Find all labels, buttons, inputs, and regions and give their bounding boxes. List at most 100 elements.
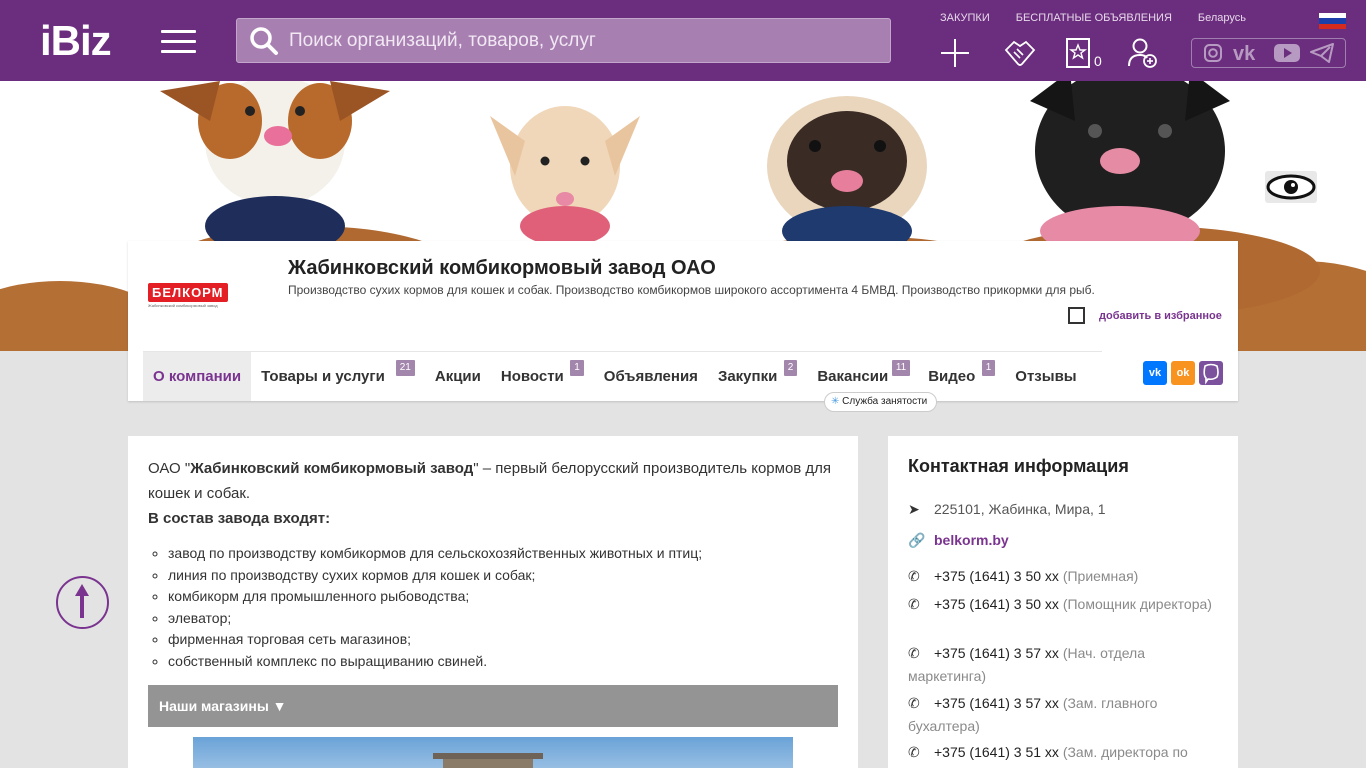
tab-ads-label: Объявления [603,368,698,385]
menu-icon[interactable] [161,30,196,54]
add-icon[interactable] [940,38,970,68]
add-to-favorites[interactable]: добавить в избранное [1068,307,1222,324]
scroll-to-top-button[interactable] [56,576,109,629]
list-item: собственный комплекс по выращиванию свин… [168,651,838,673]
phone-number[interactable]: +375 (1641) 3 57 xx [934,695,1059,711]
search-icon [250,26,278,55]
phone-note: (Приемная) [1062,568,1139,584]
share-vk-icon[interactable]: vk [1143,361,1167,385]
tab-vacancies-label: Вакансии [817,368,889,385]
phone-icon: ✆ [908,744,920,760]
shop-photo [193,737,793,768]
list-item: завод по производству комбикормов для се… [168,543,838,565]
company-tabs: О компании Товары и услуги 21 Акции Новос… [143,351,1102,401]
region-link[interactable]: Беларусь [1198,12,1246,24]
tab-news[interactable]: Новости 1 [491,352,594,401]
contact-address: ➤ 225101, Жабинка, Мира, 1 [908,498,1218,521]
company-description: Производство сухих кормов для кошек и со… [288,283,1095,297]
tab-products-badge: 21 [395,360,415,376]
tab-about-label: О компании [153,368,242,385]
contact-info: Контактная информация ➤ 225101, Жабинка, … [888,436,1238,768]
address-text: 225101, Жабинка, Мира, 1 [934,501,1106,517]
vk-icon[interactable]: vk [1233,43,1265,63]
tab-about[interactable]: О компании [143,352,252,401]
tab-promotions[interactable]: Акции [425,352,491,401]
youtube-icon[interactable] [1274,43,1301,63]
list-item: элеватор; [168,608,838,630]
top-links: ЗАКУПКИ БЕСПЛАТНЫЕ ОБЪЯВЛЕНИЯ Беларусь [940,12,1272,24]
location-arrow-icon: ➤ [908,501,920,517]
phone-note: (Помощник директора) [1062,596,1212,612]
tab-purchases-label: Закупки [717,368,778,385]
phone-number[interactable]: +375 (1641) 3 50 xx [934,568,1059,584]
favorites-star-icon[interactable] [1066,38,1090,68]
intro-company-name: Жабинковский комбикормовый завод [190,460,474,477]
tab-ads[interactable]: Объявления [594,352,708,401]
phone-note: (Зам. директора по [1062,744,1188,760]
list-item: комбикорм для промышленного рыбоводства; [168,586,838,608]
purchases-link[interactable]: ЗАКУПКИ [940,12,990,24]
employment-icon: ✳ [831,396,840,407]
favorites-count: 0 [1094,53,1102,69]
contact-phone: ✆ +375 (1641) 3 57 xx (Нач. отдела маркет… [908,642,1218,688]
about-list: завод по производству комбикормов для се… [168,543,838,672]
phone-icon: ✆ [908,596,920,612]
phone-number[interactable]: +375 (1641) 3 57 xx [934,645,1059,661]
arrow-up-icon [75,584,89,618]
about-intro: ОАО "Жабинковский комбикормовый завод" –… [148,456,838,506]
company-title: Жабинковский комбикормовый завод ОАО [288,257,716,279]
company-logo-sub: Жабинковский комбикормовый завод [148,303,218,308]
share-odnoklassniki-icon[interactable]: ok [1171,361,1195,385]
share-viber-icon[interactable] [1199,361,1223,385]
search-bar[interactable] [236,18,891,63]
phone-number[interactable]: +375 (1641) 3 50 xx [934,596,1059,612]
add-to-favorites-label: добавить в избранное [1099,309,1222,322]
telegram-icon[interactable] [1310,43,1335,63]
tab-news-label: Новости [500,368,564,385]
employment-label: Служба занятости [842,396,928,407]
tab-vacancies-badge: 11 [891,360,911,376]
website-link[interactable]: belkorm.by [934,532,1009,548]
phone-icon: ✆ [908,568,920,584]
list-item: линия по производству сухих кормов для к… [168,565,838,587]
contact-title: Контактная информация [908,456,1129,476]
tab-video-label: Видео [928,368,976,385]
tab-news-badge: 1 [570,360,584,376]
tab-video-badge: 1 [981,360,996,376]
add-user-icon[interactable] [1128,38,1158,68]
intro-prefix: ОАО " [148,460,191,477]
language-flag-icon[interactable] [1319,13,1346,29]
search-input[interactable] [289,29,849,52]
employment-service-badge[interactable]: ✳ Служба занятости [824,392,938,412]
contact-phone: ✆ +375 (1641) 3 50 xx (Помощник директора… [908,593,1218,616]
ibiz-logo[interactable]: iBiz [40,18,112,64]
contact-phone: ✆ +375 (1641) 3 57 xx (Зам. главного буха… [908,692,1218,738]
company-logo: БЕЛКОРМ Жабинковский комбикормовый завод [148,283,248,313]
tab-purchases-badge: 2 [783,360,798,376]
social-links: vk [1191,38,1346,68]
contact-website: 🔗 belkorm.by [908,529,1218,552]
tab-reviews[interactable]: Отзывы [1005,352,1086,401]
favorites-checkbox[interactable] [1068,307,1085,324]
list-item: фирменная торговая сеть магазинов; [168,629,838,651]
phone-icon: ✆ [908,645,920,661]
tab-reviews-label: Отзывы [1015,368,1077,385]
svg-text:vk: vk [1233,43,1256,63]
top-header: iBiz ЗАКУПКИ БЕСПЛАТНЫЕ ОБЪЯВЛЕНИЯ Белар… [0,0,1366,81]
about-list-heading: В состав завода входят: [148,510,331,527]
instagram-icon[interactable] [1203,43,1223,63]
our-shops-toggle[interactable]: Наши магазины ▼ [148,685,838,727]
contact-phone: ✆ +375 (1641) 3 51 xx (Зам. директора по [908,741,1218,764]
phone-number[interactable]: +375 (1641) 3 51 xx [934,744,1059,760]
handshake-icon[interactable] [1004,38,1036,68]
tab-purchases[interactable]: Закупки 2 [708,352,807,401]
accessibility-eye-icon[interactable] [1265,171,1317,203]
company-logo-mark: БЕЛКОРМ [148,283,228,302]
tab-products[interactable]: Товары и услуги 21 [251,352,425,401]
contact-phone: ✆ +375 (1641) 3 50 xx (Приемная) [908,565,1218,588]
link-icon: 🔗 [908,532,926,548]
tab-products-label: Товары и услуги [261,368,385,385]
phone-icon: ✆ [908,695,920,711]
company-card: БЕЛКОРМ Жабинковский комбикормовый завод… [128,241,1238,401]
free-ads-link[interactable]: БЕСПЛАТНЫЕ ОБЪЯВЛЕНИЯ [1016,12,1172,24]
